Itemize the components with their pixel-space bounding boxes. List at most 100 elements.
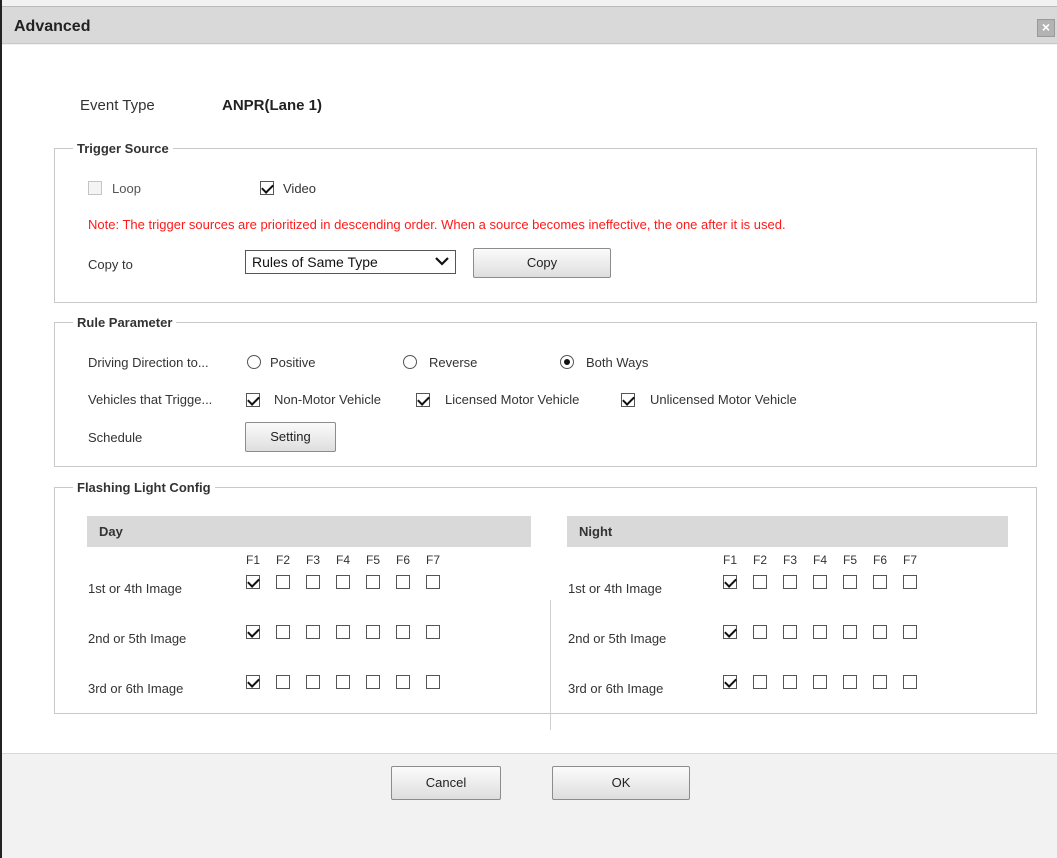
night-header: Night [567,516,1008,547]
trigger-priority-note: Note: The trigger sources are prioritize… [88,217,786,232]
schedule-setting-button[interactable]: Setting [245,422,336,452]
day-row-label: 3rd or 6th Image [88,681,184,696]
day-flash-checkbox[interactable] [246,625,260,639]
flashing-light-legend: Flashing Light Config [77,480,211,495]
day-flash-checkbox[interactable] [336,625,350,639]
copy-to-select[interactable]: Rules of Same Type [245,250,456,274]
direction-positive-label: Positive [270,355,316,370]
copy-to-select-value: Rules of Same Type [252,254,378,270]
night-flash-checkbox[interactable] [783,625,797,639]
night-flash-checkbox[interactable] [843,575,857,589]
cancel-button[interactable]: Cancel [391,766,501,800]
day-flash-checkbox[interactable] [336,675,350,689]
event-type-value: ANPR(Lane 1) [222,97,323,114]
day-flash-checkbox[interactable] [306,575,320,589]
day-flash-checkbox[interactable] [366,675,380,689]
day-column-header-f6: F6 [395,553,410,567]
night-flash-checkbox[interactable] [723,675,737,689]
night-flash-checkbox[interactable] [903,625,917,639]
day-flash-checkbox[interactable] [276,675,290,689]
day-column-header-f4: F4 [335,553,350,567]
night-flash-checkbox[interactable] [873,625,887,639]
night-flash-checkbox[interactable] [783,575,797,589]
day-column-header-f7: F7 [425,553,440,567]
video-checkbox[interactable] [260,181,274,195]
night-flash-checkbox[interactable] [843,675,857,689]
day-flash-checkbox[interactable] [366,625,380,639]
day-flash-checkbox[interactable] [426,625,440,639]
loop-label: Loop [112,181,141,196]
night-flash-checkbox[interactable] [813,675,827,689]
night-flash-checkbox[interactable] [873,675,887,689]
day-flash-checkbox[interactable] [276,625,290,639]
night-row-label: 1st or 4th Image [568,581,662,596]
night-column-header-f2: F2 [752,553,767,567]
night-column-header-f4: F4 [812,553,827,567]
day-flash-checkbox[interactable] [246,575,260,589]
advanced-dialog: Advanced × Event Type ANPR(Lane 1) Trigg… [0,0,1057,858]
dialog-title: Advanced [14,18,91,35]
night-flash-checkbox[interactable] [873,575,887,589]
rule-parameter-legend: Rule Parameter [77,315,173,330]
ok-button[interactable]: OK [552,766,690,800]
day-flash-checkbox[interactable] [276,575,290,589]
event-type-label: Event Type [80,97,155,114]
day-row-label: 2nd or 5th Image [88,631,187,646]
day-flash-checkbox[interactable] [426,675,440,689]
day-flash-checkbox[interactable] [246,675,260,689]
trigger-source-legend: Trigger Source [77,141,169,156]
driving-direction-label: Driving Direction to... [88,355,209,370]
night-row-label: 3rd or 6th Image [568,681,664,696]
day-flash-checkbox[interactable] [366,575,380,589]
night-column-header-f5: F5 [842,553,857,567]
day-flash-checkbox[interactable] [426,575,440,589]
night-flash-checkbox[interactable] [723,575,737,589]
day-flash-checkbox[interactable] [396,675,410,689]
rule-parameter-group: Rule Parameter [54,315,1037,467]
loop-checkbox[interactable] [88,181,102,195]
night-flash-checkbox[interactable] [753,575,767,589]
day-flash-checkbox[interactable] [306,625,320,639]
night-flash-checkbox[interactable] [723,625,737,639]
night-flash-checkbox[interactable] [813,575,827,589]
day-flash-checkbox[interactable] [336,575,350,589]
direction-both-ways-radio[interactable] [560,355,574,369]
dialog-titlebar: Advanced × [2,6,1057,44]
vehicles-trigger-label: Vehicles that Trigge... [88,392,213,407]
night-column-header-f7: F7 [902,553,917,567]
non-motor-vehicle-checkbox[interactable] [246,393,260,407]
day-flash-checkbox[interactable] [396,625,410,639]
close-icon[interactable]: × [1037,19,1055,37]
night-flash-checkbox[interactable] [903,575,917,589]
day-night-divider [550,600,551,730]
night-row-label: 2nd or 5th Image [568,631,667,646]
direction-reverse-label: Reverse [429,355,478,370]
unlicensed-motor-vehicle-checkbox[interactable] [621,393,635,407]
direction-both-ways-label: Both Ways [586,355,649,370]
night-flash-checkbox[interactable] [813,625,827,639]
unlicensed-motor-vehicle-label: Unlicensed Motor Vehicle [650,392,797,407]
day-flash-checkbox[interactable] [306,675,320,689]
direction-positive-radio[interactable] [247,355,261,369]
licensed-motor-vehicle-checkbox[interactable] [416,393,430,407]
night-flash-checkbox[interactable] [903,675,917,689]
day-column-header-f3: F3 [305,553,320,567]
night-column-header-f1: F1 [722,553,737,567]
schedule-label: Schedule [88,430,143,445]
direction-reverse-radio[interactable] [403,355,417,369]
night-flash-checkbox[interactable] [783,675,797,689]
night-column-header-f6: F6 [872,553,887,567]
day-flash-checkbox[interactable] [396,575,410,589]
licensed-motor-vehicle-label: Licensed Motor Vehicle [445,392,580,407]
dialog-footer: Cancel OK [2,753,1057,858]
video-label: Video [283,181,317,196]
night-flash-checkbox[interactable] [753,675,767,689]
night-flash-checkbox[interactable] [843,625,857,639]
night-column-header-f3: F3 [782,553,797,567]
night-flash-checkbox[interactable] [753,625,767,639]
copy-to-label: Copy to [88,257,133,272]
copy-button[interactable]: Copy [473,248,611,278]
dialog-content: Event Type ANPR(Lane 1) Trigger Source L… [2,45,1057,753]
day-column-header-f2: F2 [275,553,290,567]
non-motor-vehicle-label: Non-Motor Vehicle [274,392,381,407]
